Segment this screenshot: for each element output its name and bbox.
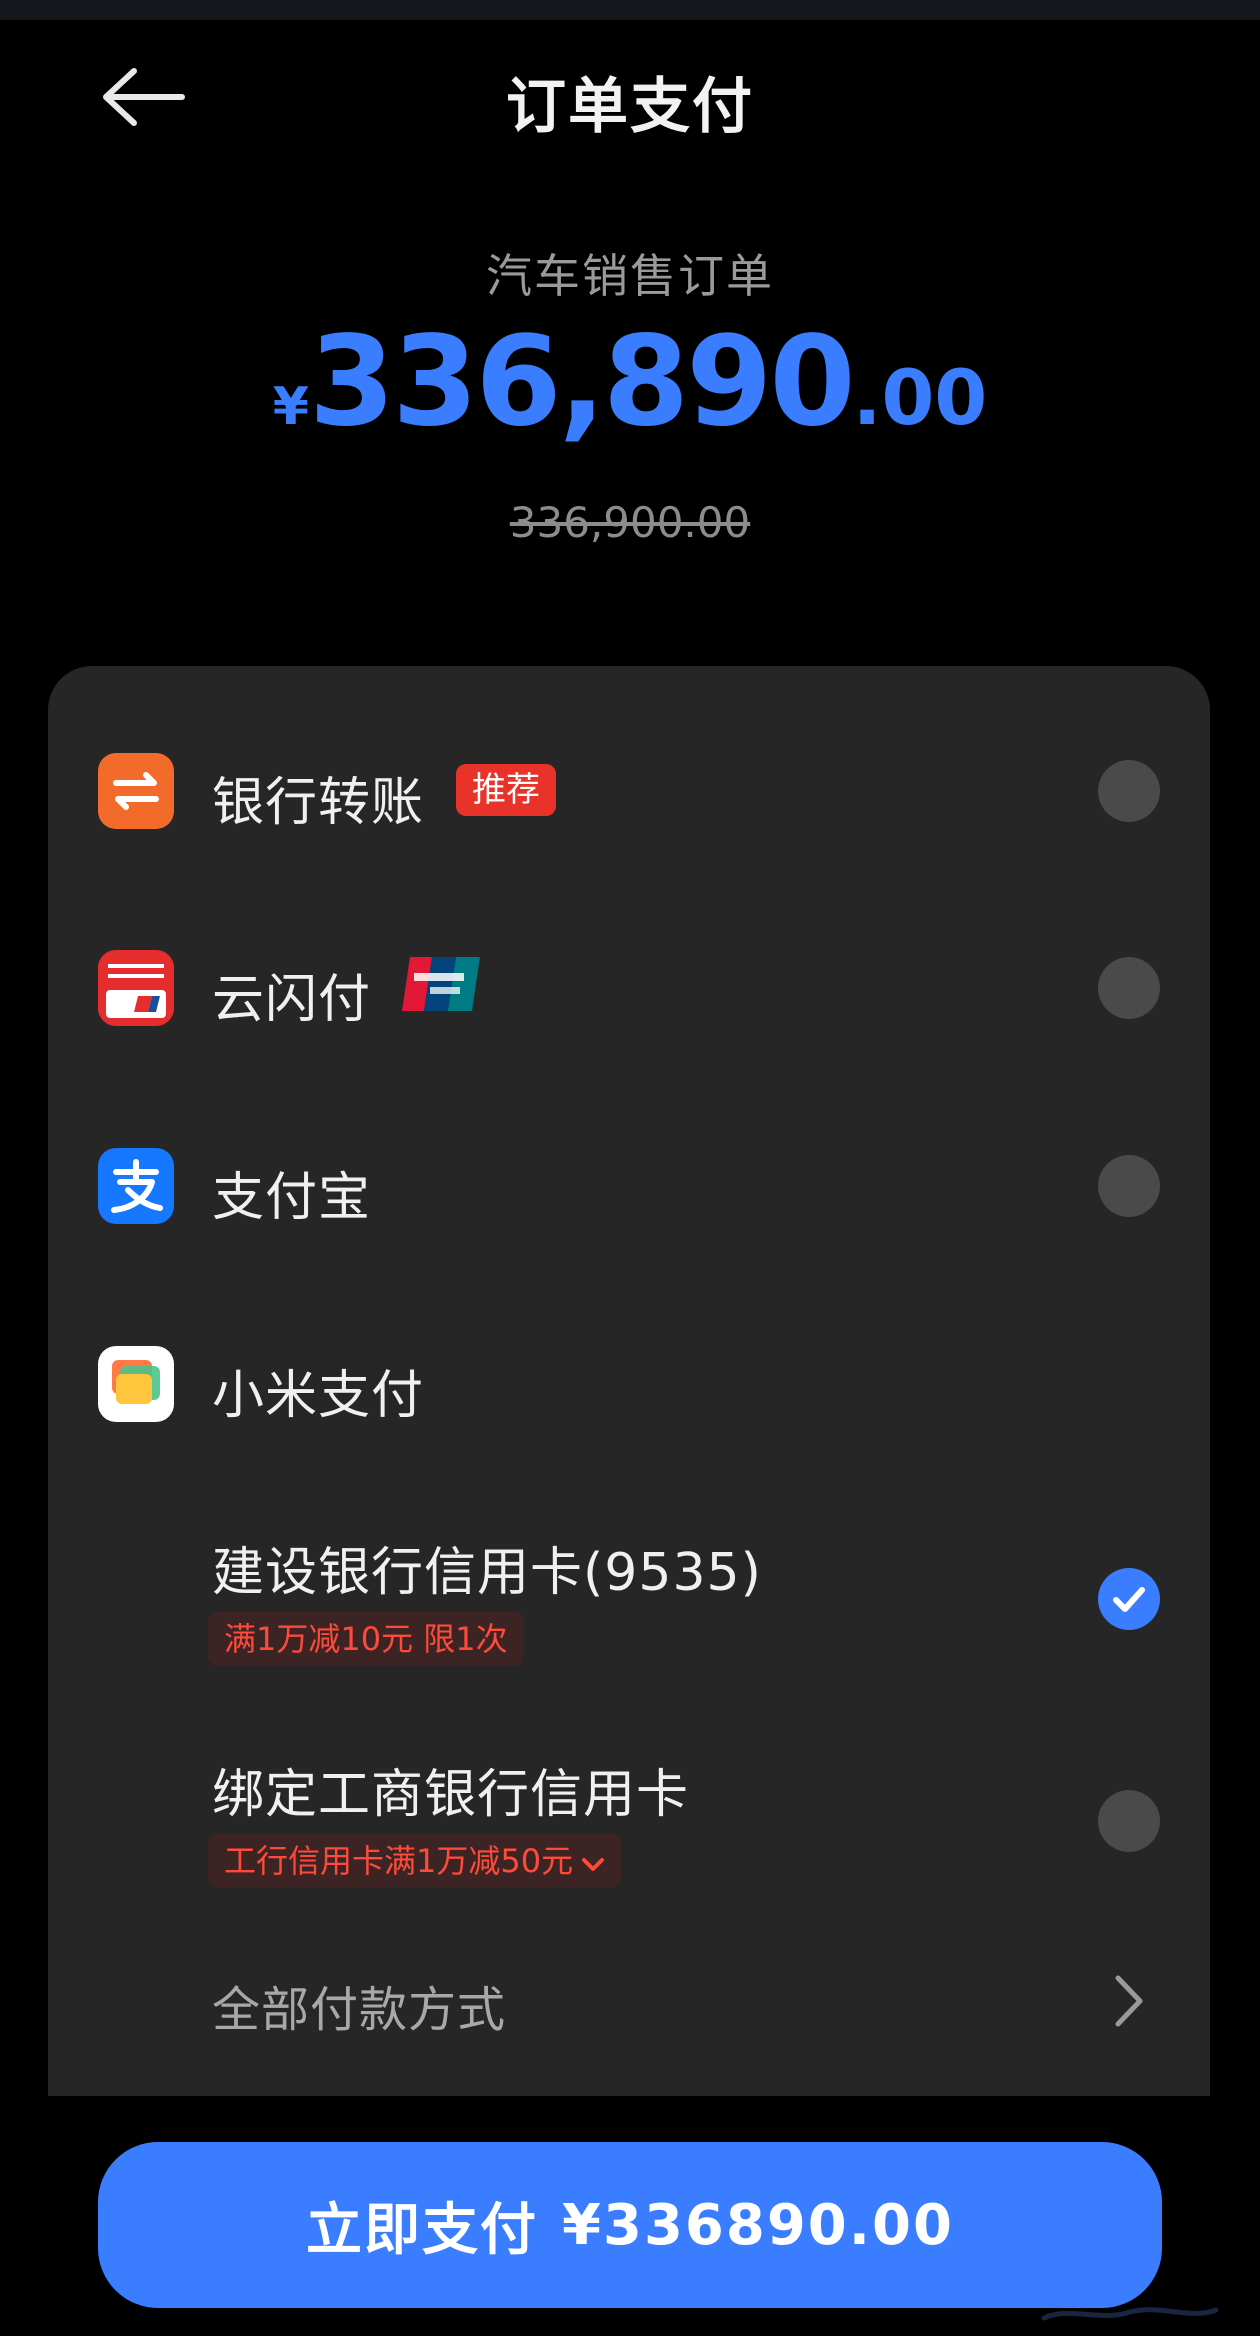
method-label: 小米支付 — [212, 1366, 425, 1426]
checkmark-icon — [1113, 1587, 1145, 1612]
method-alipay[interactable]: 支付宝 — [48, 1111, 1210, 1261]
unionpay-logo-icon — [400, 957, 480, 1011]
chevron-right-icon — [1114, 1974, 1144, 2032]
page-title: 订单支付 — [506, 72, 754, 142]
radio-icbc-card[interactable] — [1098, 1790, 1160, 1852]
promo-text: 工行信用卡满1万减50元 — [224, 1842, 574, 1880]
pay-now-button[interactable]: 立即支付 ¥336890.00 — [98, 2142, 1162, 2308]
alipay-icon — [98, 1148, 174, 1224]
payment-methods-card: 银行转账 推荐 云闪付 支付宝 小米支付 建设银行信用卡(9535) 满1万减1… — [48, 666, 1210, 2096]
promo-tag: 满1万减10元 限1次 — [208, 1612, 524, 1666]
all-payment-methods-link[interactable]: 全部付款方式 — [48, 1940, 1210, 2060]
method-label: 云闪付 — [212, 970, 372, 1030]
card-option-ccb[interactable]: 建设银行信用卡(9535) 满1万减10元 限1次 — [48, 1530, 1210, 1690]
radio-alipay[interactable] — [1098, 1155, 1160, 1217]
recommended-badge: 推荐 — [456, 764, 556, 816]
pay-button-label: 立即支付 — [306, 2197, 539, 2263]
bank-transfer-icon — [98, 753, 174, 829]
mi-pay-icon — [98, 1346, 174, 1422]
currency-symbol: ¥ — [272, 377, 309, 437]
order-type-label: 汽车销售订单 — [486, 249, 774, 303]
card-label: 绑定工商银行信用卡 — [212, 1765, 690, 1825]
amount-decimal: .00 — [852, 353, 988, 442]
all-methods-label: 全部付款方式 — [212, 1982, 507, 2038]
method-yunshanfu[interactable]: 云闪付 — [48, 913, 1210, 1063]
order-payment-screen: 订单支付 汽车销售订单 ¥336,890.00 336,900.00 银行转账 … — [0, 0, 1260, 2336]
promo-dropdown[interactable]: 工行信用卡满1万减50元 — [208, 1834, 622, 1890]
method-mi-pay[interactable]: 小米支付 — [48, 1309, 1210, 1459]
chevron-down-icon — [581, 1836, 605, 1890]
card-label: 建设银行信用卡(9535) — [212, 1543, 762, 1603]
pay-button-price: ¥336890.00 — [562, 2192, 954, 2258]
original-amount: 336,900.00 — [509, 498, 751, 547]
method-bank-transfer[interactable]: 银行转账 推荐 — [48, 716, 1210, 866]
card-option-icbc[interactable]: 绑定工商银行信用卡 工行信用卡满1万减50元 — [48, 1752, 1210, 1912]
method-label: 银行转账 — [212, 773, 425, 833]
radio-ccb-card[interactable] — [1098, 1568, 1160, 1630]
radio-bank-transfer[interactable] — [1098, 760, 1160, 822]
watermark — [1040, 2296, 1220, 2326]
method-label: 支付宝 — [212, 1168, 372, 1228]
payment-amount: ¥336,890.00 — [0, 320, 1260, 444]
status-bar — [0, 0, 1260, 20]
radio-yunshanfu[interactable] — [1098, 957, 1160, 1019]
amount-integer: 336,890 — [308, 310, 856, 454]
yunshanfu-icon — [98, 950, 174, 1026]
